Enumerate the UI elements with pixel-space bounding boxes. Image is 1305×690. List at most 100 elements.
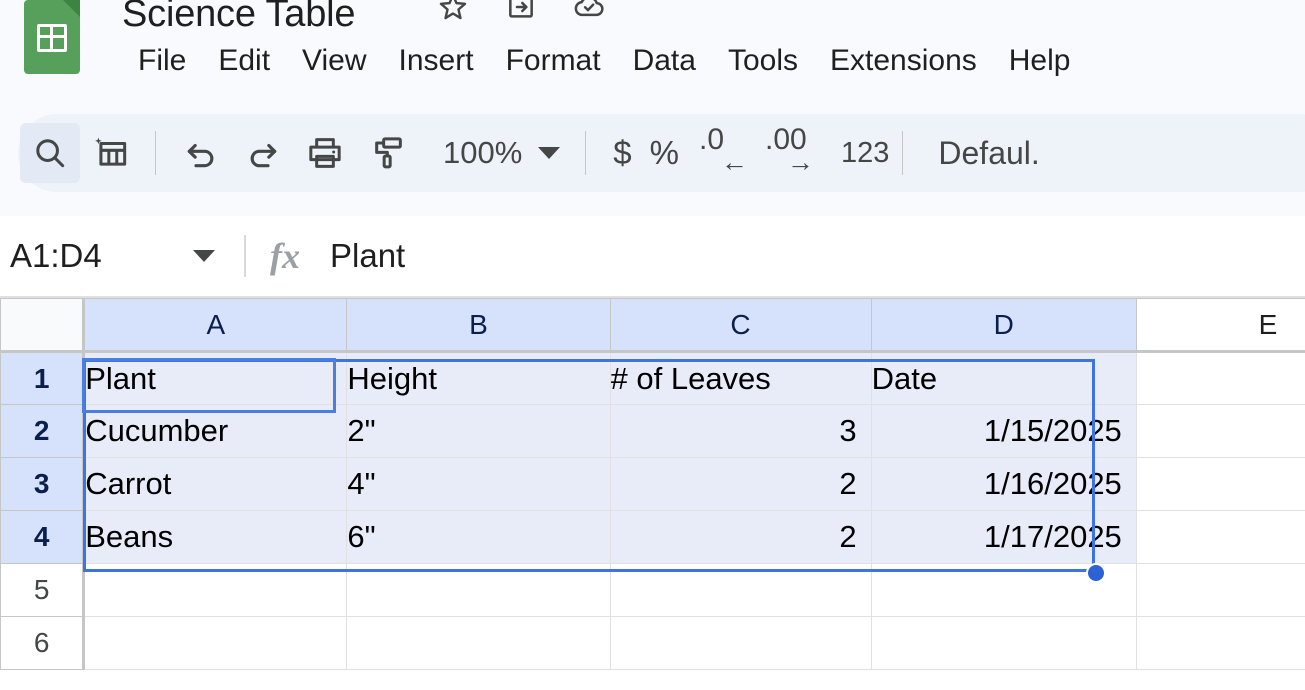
column-header-c[interactable]: C <box>609 298 872 353</box>
formula-bar: A1:D4 fx Plant <box>0 216 1305 298</box>
table-row: 6 <box>0 616 1305 670</box>
star-icon[interactable] <box>436 0 470 24</box>
decrease-decimal-button[interactable]: .0 ← <box>699 123 765 181</box>
create-table-button[interactable] <box>82 123 142 183</box>
currency-format-button[interactable]: $ <box>613 134 631 172</box>
search-icon <box>31 134 69 172</box>
row-header-3[interactable]: 3 <box>0 457 86 511</box>
cell-c3[interactable]: 2 <box>609 457 872 511</box>
cell-e2[interactable] <box>1135 404 1305 458</box>
menu-item-insert[interactable]: Insert <box>383 38 490 84</box>
table-row: 3 Carrot 4" 2 1/16/2025 <box>0 457 1305 511</box>
print-button[interactable] <box>295 123 355 183</box>
column-header-d[interactable]: D <box>870 298 1137 353</box>
cell-b5[interactable] <box>346 563 611 617</box>
menu-item-format[interactable]: Format <box>490 38 617 84</box>
more-formats-button[interactable]: 123 <box>841 137 889 170</box>
google-sheets-logo-icon[interactable] <box>24 0 80 74</box>
table-row: 1 Plant Height # of Leaves Date <box>0 351 1305 405</box>
cell-b1[interactable]: Height <box>346 351 611 405</box>
title-icon-group <box>436 0 606 24</box>
increase-decimal-button[interactable]: .00 → <box>765 123 831 181</box>
cell-e6[interactable] <box>1135 616 1305 670</box>
percent-format-button[interactable]: % <box>650 134 679 172</box>
cell-d6[interactable] <box>870 616 1137 670</box>
font-family-selector[interactable]: Defaul. <box>938 135 1039 172</box>
cell-b2[interactable]: 2" <box>346 404 611 458</box>
menu-item-data[interactable]: Data <box>617 38 712 84</box>
redo-icon <box>243 133 283 173</box>
cell-e5[interactable] <box>1135 563 1305 617</box>
cell-a1[interactable]: Plant <box>83 351 348 405</box>
menu-item-extensions[interactable]: Extensions <box>814 38 993 84</box>
toolbar: 100% $ % .0 ← .00 → 123 Defaul. <box>0 104 1305 200</box>
row-header-4[interactable]: 4 <box>0 510 86 564</box>
row-header-2[interactable]: 2 <box>0 404 86 458</box>
cell-a3[interactable]: Carrot <box>83 457 348 511</box>
column-header-a[interactable]: A <box>83 298 348 353</box>
cell-d3[interactable]: 1/16/2025 <box>870 457 1137 511</box>
table-row: 4 Beans 6" 2 1/17/2025 <box>0 510 1305 564</box>
zoom-level[interactable]: 100% <box>443 135 522 171</box>
cell-d2[interactable]: 1/15/2025 <box>870 404 1137 458</box>
document-title[interactable]: Science Table <box>122 0 356 36</box>
cell-a2[interactable]: Cucumber <box>83 404 348 458</box>
cell-b3[interactable]: 4" <box>346 457 611 511</box>
redo-button[interactable] <box>233 123 293 183</box>
menu-item-edit[interactable]: Edit <box>202 38 286 84</box>
move-to-folder-icon[interactable] <box>504 0 538 24</box>
row-header-6[interactable]: 6 <box>0 616 86 670</box>
cell-c5[interactable] <box>609 563 872 617</box>
fill-handle[interactable] <box>1086 563 1106 583</box>
cell-b6[interactable] <box>346 616 611 670</box>
cell-e3[interactable] <box>1135 457 1305 511</box>
table-row: 2 Cucumber 2" 3 1/15/2025 <box>0 404 1305 458</box>
decrease-decimal-arrow-icon: ← <box>721 147 748 177</box>
undo-icon <box>181 133 221 173</box>
menu-item-tools[interactable]: Tools <box>712 38 814 84</box>
logo-grid-shape <box>37 24 67 52</box>
paint-format-button[interactable] <box>357 123 417 183</box>
spreadsheet-grid: A B C D E 1 Plant Height # of Leaves Dat… <box>0 298 1305 690</box>
cloud-saved-icon[interactable] <box>572 0 606 24</box>
fx-icon: fx <box>270 236 300 276</box>
menu-item-file[interactable]: File <box>122 38 202 84</box>
cell-d4[interactable]: 1/17/2025 <box>870 510 1137 564</box>
undo-button[interactable] <box>171 123 231 183</box>
toolbar-divider-1 <box>155 131 156 175</box>
select-all-corner[interactable] <box>0 298 86 353</box>
menu-item-help[interactable]: Help <box>993 38 1087 84</box>
cell-b4[interactable]: 6" <box>346 510 611 564</box>
menu-bar: File Edit View Insert Format Data Tools … <box>122 38 1086 84</box>
cell-c6[interactable] <box>609 616 872 670</box>
column-header-b[interactable]: B <box>346 298 611 353</box>
row-header-1[interactable]: 1 <box>0 351 86 405</box>
table-sparkle-icon <box>93 134 131 172</box>
formula-bar-divider <box>244 235 246 277</box>
cell-a4[interactable]: Beans <box>83 510 348 564</box>
table-row: 5 <box>0 563 1305 617</box>
formula-input[interactable]: Plant <box>330 237 405 275</box>
cell-e4[interactable] <box>1135 510 1305 564</box>
cell-c4[interactable]: 2 <box>609 510 872 564</box>
paint-roller-icon <box>367 133 407 173</box>
cell-e1[interactable] <box>1135 351 1305 405</box>
column-header-e[interactable]: E <box>1135 298 1305 353</box>
cell-a6[interactable] <box>83 616 348 670</box>
row-header-5[interactable]: 5 <box>0 563 86 617</box>
zoom-dropdown-icon[interactable] <box>526 128 572 178</box>
menu-item-view[interactable]: View <box>286 38 382 84</box>
increase-decimal-arrow-icon: → <box>787 147 814 177</box>
cell-d1[interactable]: Date <box>870 351 1137 405</box>
toolbar-divider-3 <box>902 131 904 175</box>
column-header-row: A B C D E <box>0 298 1305 353</box>
name-box-input[interactable]: A1:D4 <box>10 237 170 275</box>
cell-a5[interactable] <box>83 563 348 617</box>
cell-c2[interactable]: 3 <box>609 404 872 458</box>
name-box-dropdown-icon[interactable] <box>182 234 226 278</box>
google-sheets-window: Science Table File Edit View Insert Form… <box>0 0 1305 690</box>
print-icon <box>305 133 345 173</box>
search-button[interactable] <box>20 123 80 183</box>
toolbar-container: 100% $ % .0 ← .00 → 123 Defaul. <box>18 114 1305 192</box>
cell-c1[interactable]: # of Leaves <box>609 351 872 405</box>
